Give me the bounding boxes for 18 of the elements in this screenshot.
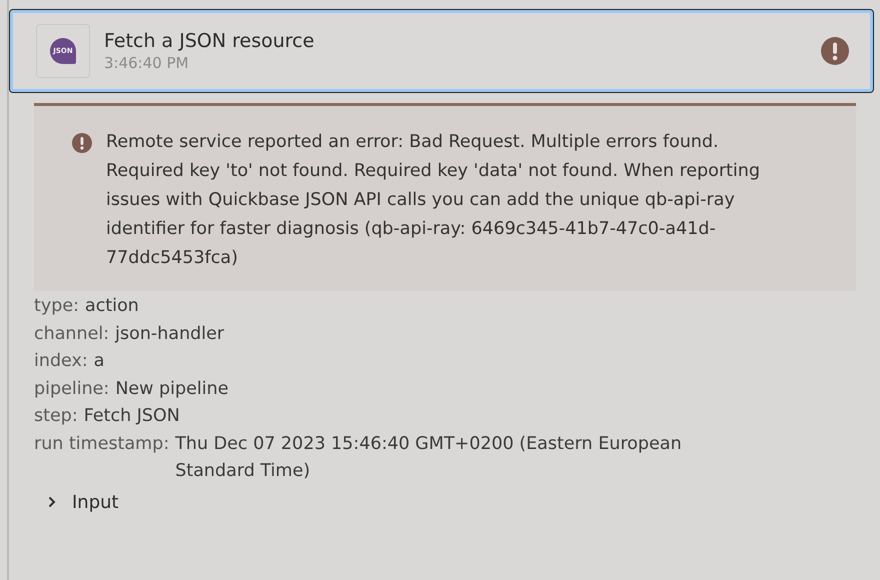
detail-value: json-handler [115,322,224,346]
detail-label: index: [34,350,88,373]
error-message: Remote service reported an error: Bad Request. Multiple errors found. Required key 'to' not found. Required key 'data' not found. When reporting issues with Quickbase JSON API calls you can add the unique qb-api-ray identifier for faster diagnosis (qb-api-ray: 6469c345-41b7-47c0-a41d-77ddc5453fca) [106,131,761,270]
detail-label: step: [34,405,78,428]
error-icon [821,37,849,65]
detail-value: Thu Dec 07 2023 15:46:40 GMT+0200 (Eastern European Standard Time) [175,432,683,483]
detail-value: New pipeline [115,378,228,400]
error-icon [72,133,92,153]
detail-value: a [94,350,105,373]
detail-label: channel: [34,322,110,346]
event-time: 3:46:40 PM [104,54,190,72]
detail-value: action [85,295,139,318]
detail-label: run timestamp: [34,432,170,456]
detail-label: pipeline: [34,378,110,400]
event-title: Fetch a JSON resource [104,30,316,52]
detail-label: type: [34,295,79,318]
section-toggle[interactable]: Input [48,492,119,512]
detail-value: Fetch JSON [84,405,180,428]
